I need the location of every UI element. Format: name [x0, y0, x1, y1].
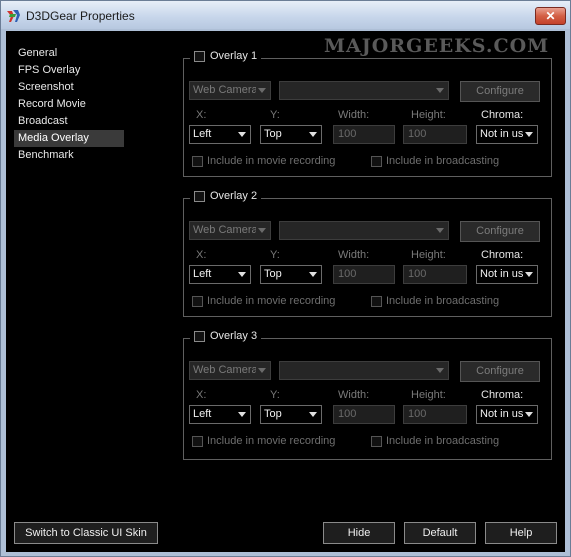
overlay-1-x-select[interactable]: Left	[189, 125, 251, 144]
sidebar: General FPS Overlay Screenshot Record Mo…	[14, 45, 124, 164]
overlay-1-y-label: Y:	[270, 109, 280, 121]
sidebar-item-media-overlay[interactable]: Media Overlay	[14, 130, 124, 147]
overlay-3-include-movie-checkbox[interactable]	[192, 435, 203, 447]
chevron-down-icon	[309, 272, 317, 277]
overlay-1-device-select[interactable]	[279, 81, 449, 100]
watermark: MAJORGEEKS.COM	[324, 35, 550, 57]
overlay-1-width-label: Width:	[338, 109, 370, 121]
properties-window: D3DGear Properties ✕ MAJORGEEKS.COM Gene…	[0, 0, 571, 557]
overlay-2-include-broadcast[interactable]: Include in broadcasting	[371, 295, 499, 307]
chevron-down-icon	[309, 132, 317, 137]
overlay-3-include-movie[interactable]: Include in movie recording	[192, 435, 335, 447]
chevron-down-icon	[525, 272, 533, 277]
overlay-3-include-broadcast-checkbox[interactable]	[371, 435, 382, 447]
chevron-down-icon	[238, 272, 246, 277]
overlay-2-enable-checkbox[interactable]	[194, 190, 205, 202]
overlay-1-title: Overlay 1	[210, 50, 258, 62]
overlay-1-enable-checkbox[interactable]	[194, 50, 205, 62]
overlay-1-height-input[interactable]: 100	[403, 125, 467, 144]
overlay-3-x-label: X:	[196, 389, 207, 401]
overlay-1-configure-button[interactable]: Configure	[460, 81, 540, 102]
overlay-2-width-input[interactable]: 100	[333, 265, 395, 284]
overlay-2-y-select[interactable]: Top	[260, 265, 322, 284]
overlay-3-header: Overlay 3	[190, 330, 262, 342]
switch-classic-skin-button[interactable]: Switch to Classic UI Skin	[14, 522, 158, 544]
overlay-2-include-movie-checkbox[interactable]	[192, 295, 203, 307]
overlay-3-y-label: Y:	[270, 389, 280, 401]
overlay-1-y-select[interactable]: Top	[260, 125, 322, 144]
chevron-down-icon	[525, 412, 533, 417]
overlay-1-chroma-select[interactable]: Not in use	[476, 125, 538, 144]
overlay-3-source-select[interactable]: Web Camera	[189, 361, 271, 380]
sidebar-item-record-movie[interactable]: Record Movie	[14, 96, 124, 113]
chevron-down-icon	[258, 368, 266, 373]
overlay-3-enable-checkbox[interactable]	[194, 330, 205, 342]
chevron-down-icon	[238, 132, 246, 137]
overlay-3-include-broadcast[interactable]: Include in broadcasting	[371, 435, 499, 447]
overlay-3-width-label: Width:	[338, 389, 370, 401]
chevron-down-icon	[238, 412, 246, 417]
overlay-2-header: Overlay 2	[190, 190, 262, 202]
overlay-1-source-select[interactable]: Web Camera	[189, 81, 271, 100]
overlay-2-height-input[interactable]: 100	[403, 265, 467, 284]
overlay-2-height-label: Height:	[411, 249, 446, 261]
overlay-1-height-label: Height:	[411, 109, 446, 121]
overlay-1-header: Overlay 1	[190, 50, 262, 62]
overlay-2-device-select[interactable]	[279, 221, 449, 240]
overlay-3-configure-button[interactable]: Configure	[460, 361, 540, 382]
chevron-down-icon	[436, 368, 444, 373]
overlay-1-include-broadcast-checkbox[interactable]	[371, 155, 382, 167]
overlay-3-chroma-select[interactable]: Not in use	[476, 405, 538, 424]
sidebar-item-fps-overlay[interactable]: FPS Overlay	[14, 62, 124, 79]
overlay-2-chroma-label: Chroma:	[481, 249, 524, 261]
overlay-2-x-label: X:	[196, 249, 207, 261]
overlay-2-group: Overlay 2 Web Camera Configure X: Y: Wid…	[183, 190, 552, 317]
help-button[interactable]: Help	[485, 522, 557, 544]
overlay-1-include-broadcast[interactable]: Include in broadcasting	[371, 155, 499, 167]
chevron-down-icon	[258, 88, 266, 93]
hide-button[interactable]: Hide	[323, 522, 395, 544]
overlay-3-chroma-label: Chroma:	[481, 389, 524, 401]
d3dgear-app-icon	[7, 10, 20, 22]
overlay-3-title: Overlay 3	[210, 330, 258, 342]
overlay-2-include-movie[interactable]: Include in movie recording	[192, 295, 335, 307]
overlay-1-include-movie-checkbox[interactable]	[192, 155, 203, 167]
overlay-3-y-select[interactable]: Top	[260, 405, 322, 424]
sidebar-item-screenshot[interactable]: Screenshot	[14, 79, 124, 96]
chevron-down-icon	[525, 132, 533, 137]
client-area: MAJORGEEKS.COM General FPS Overlay Scree…	[6, 31, 565, 552]
overlay-1-x-label: X:	[196, 109, 207, 121]
overlay-3-x-select[interactable]: Left	[189, 405, 251, 424]
sidebar-item-general[interactable]: General	[14, 45, 124, 62]
sidebar-item-broadcast[interactable]: Broadcast	[14, 113, 124, 130]
chevron-down-icon	[309, 412, 317, 417]
overlay-1-include-movie[interactable]: Include in movie recording	[192, 155, 335, 167]
overlay-3-width-input[interactable]: 100	[333, 405, 395, 424]
default-button[interactable]: Default	[404, 522, 476, 544]
overlay-3-group: Overlay 3 Web Camera Configure X: Y: Wid…	[183, 330, 552, 460]
overlay-2-title: Overlay 2	[210, 190, 258, 202]
close-icon: ✕	[545, 9, 556, 23]
chevron-down-icon	[436, 228, 444, 233]
overlay-1-width-input[interactable]: 100	[333, 125, 395, 144]
overlay-2-x-select[interactable]: Left	[189, 265, 251, 284]
chevron-down-icon	[436, 88, 444, 93]
overlay-2-configure-button[interactable]: Configure	[460, 221, 540, 242]
close-button[interactable]: ✕	[535, 7, 566, 25]
overlay-3-device-select[interactable]	[279, 361, 449, 380]
title-bar[interactable]: D3DGear Properties ✕	[1, 1, 570, 29]
overlay-1-chroma-label: Chroma:	[481, 109, 524, 121]
window-title: D3DGear Properties	[26, 9, 135, 23]
overlay-3-height-label: Height:	[411, 389, 446, 401]
overlay-2-chroma-select[interactable]: Not in use	[476, 265, 538, 284]
overlay-2-width-label: Width:	[338, 249, 370, 261]
overlay-1-group: Overlay 1 Web Camera Configure X: Y: Wid…	[183, 50, 552, 177]
sidebar-item-benchmark[interactable]: Benchmark	[14, 147, 124, 164]
overlay-2-source-select[interactable]: Web Camera	[189, 221, 271, 240]
chevron-down-icon	[258, 228, 266, 233]
overlay-3-height-input[interactable]: 100	[403, 405, 467, 424]
overlay-2-include-broadcast-checkbox[interactable]	[371, 295, 382, 307]
overlay-2-y-label: Y:	[270, 249, 280, 261]
